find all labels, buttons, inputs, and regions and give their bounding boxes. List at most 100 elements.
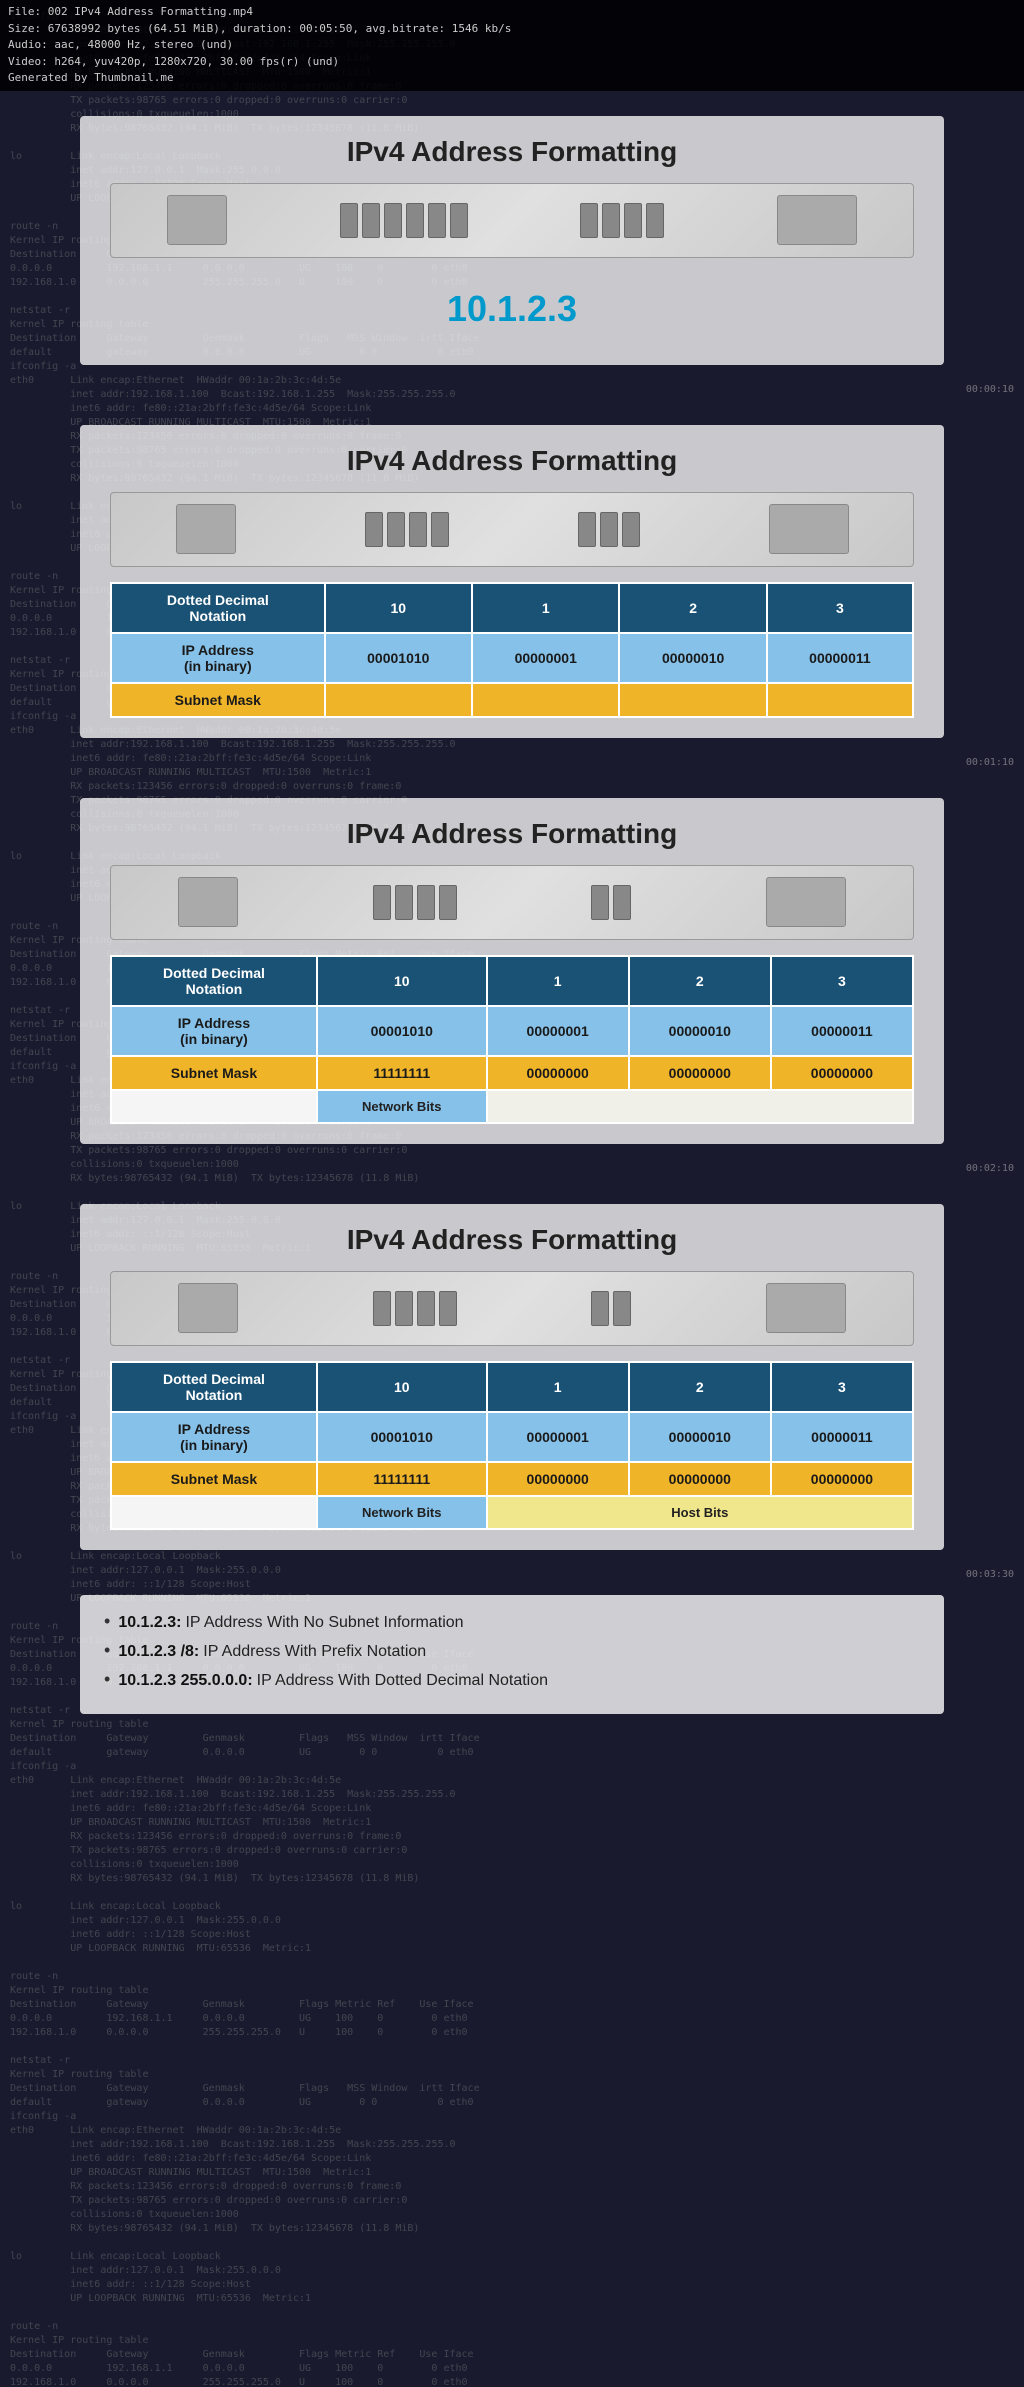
table-2-ip-label: IP Address(in binary) bbox=[111, 633, 325, 683]
section-4: IPv4 Address Formatting Dot bbox=[0, 1179, 1024, 1585]
table-4-ip-val-3: 00000011 bbox=[771, 1412, 913, 1462]
table-2-ip-val-0: 00001010 bbox=[325, 633, 472, 683]
hw-port bbox=[373, 1291, 391, 1326]
hw-port bbox=[613, 885, 631, 920]
table-2: Dotted DecimalNotation 10 1 2 3 IP Addre… bbox=[110, 582, 914, 718]
hw-port bbox=[417, 885, 435, 920]
table-3-ip-val-1: 00000001 bbox=[487, 1006, 629, 1056]
hw-port bbox=[373, 885, 391, 920]
hw-mockup-3 bbox=[110, 865, 914, 940]
section-1-title: IPv4 Address Formatting bbox=[110, 136, 914, 168]
table-2-subnet-row: Subnet Mask bbox=[111, 683, 913, 717]
bullet-dot-2: • bbox=[104, 1640, 110, 1661]
table-3-subnet-row: Subnet Mask 11111111 00000000 00000000 0… bbox=[111, 1056, 913, 1090]
file-info-bar: File: 002 IPv4 Address Formatting.mp4 Si… bbox=[0, 0, 1024, 91]
bullet-1-rest: IP Address With No Subnet Information bbox=[185, 1614, 463, 1632]
section-2: IPv4 Address Formatting bbox=[0, 400, 1024, 773]
bullet-item-3: • 10.1.2.3 255.0.0.0: IP Address With Do… bbox=[104, 1669, 920, 1690]
table-2-header-1: 1 bbox=[472, 583, 619, 633]
section-1-bg: IPv4 Address Formatting bbox=[80, 116, 944, 365]
table-4-subnet-row: Subnet Mask 11111111 00000000 00000000 0… bbox=[111, 1462, 913, 1496]
hw-mockup-1 bbox=[110, 183, 914, 258]
bullet-3-bold: 10.1.2.3 255.0.0.0: bbox=[118, 1672, 252, 1690]
hw-port bbox=[409, 512, 427, 547]
table-4-ip-row: IP Address(in binary) 00001010 00000001 … bbox=[111, 1412, 913, 1462]
section-4-wrapper: IPv4 Address Formatting Dot bbox=[0, 1179, 1024, 1585]
table-4-subnet-val-3: 00000000 bbox=[771, 1462, 913, 1496]
table-3-ip-val-0: 00001010 bbox=[317, 1006, 487, 1056]
file-info-line4: Video: h264, yuv420p, 1280x720, 30.00 fp… bbox=[8, 54, 1016, 71]
table-3-empty-label bbox=[111, 1090, 317, 1123]
table-3-network-bits-label: Network Bits bbox=[317, 1090, 487, 1123]
file-info-line3: Audio: aac, 48000 Hz, stereo (und) bbox=[8, 37, 1016, 54]
hw-port bbox=[580, 203, 598, 238]
file-info-line1: File: 002 IPv4 Address Formatting.mp4 bbox=[8, 4, 1016, 21]
table-4-subnet-val-2: 00000000 bbox=[629, 1462, 771, 1496]
section-2-title: IPv4 Address Formatting bbox=[110, 445, 914, 477]
bullet-item-1: • 10.1.2.3: IP Address With No Subnet In… bbox=[104, 1611, 920, 1632]
hw-port bbox=[578, 512, 596, 547]
table-4-subnet-label: Subnet Mask bbox=[111, 1462, 317, 1496]
table-4-ip-label: IP Address(in binary) bbox=[111, 1412, 317, 1462]
hw-port bbox=[450, 203, 468, 238]
hw-port bbox=[591, 1291, 609, 1326]
timestamp-3: 00:02:10 bbox=[966, 1163, 1014, 1174]
table-4-labels-row: Network Bits Host Bits bbox=[111, 1496, 913, 1529]
section-1-wrapper: IPv4 Address Formatting bbox=[0, 91, 1024, 400]
hw-slot-3b bbox=[766, 877, 846, 927]
section-4-bg: IPv4 Address Formatting Dot bbox=[80, 1204, 944, 1550]
table-2-subnet-label: Subnet Mask bbox=[111, 683, 325, 717]
table-3-empty-span bbox=[487, 1090, 913, 1123]
section-3-title: IPv4 Address Formatting bbox=[110, 818, 914, 850]
hw-slot-2 bbox=[176, 504, 236, 554]
table-4-header-row: Dotted DecimalNotation 10 1 2 3 bbox=[111, 1362, 913, 1412]
table-3-subnet-label: Subnet Mask bbox=[111, 1056, 317, 1090]
file-info-line2: Size: 67638992 bytes (64.51 MiB), durati… bbox=[8, 21, 1016, 38]
section-2-bg: IPv4 Address Formatting bbox=[80, 425, 944, 738]
table-3-header-row: Dotted DecimalNotation 10 1 2 3 bbox=[111, 956, 913, 1006]
hw-slot bbox=[167, 195, 227, 245]
bullet-2-rest: IP Address With Prefix Notation bbox=[203, 1643, 426, 1661]
hw-port bbox=[602, 203, 620, 238]
table-4-empty-label bbox=[111, 1496, 317, 1529]
hw-port bbox=[624, 203, 642, 238]
table-4-network-bits-label: Network Bits bbox=[317, 1496, 487, 1529]
bullet-item-2: • 10.1.2.3 /8: IP Address With Prefix No… bbox=[104, 1640, 920, 1661]
timestamp-4: 00:03:30 bbox=[966, 1569, 1014, 1580]
table-3: Dotted DecimalNotation 10 1 2 3 IP Addre… bbox=[110, 955, 914, 1124]
hw-port bbox=[384, 203, 402, 238]
hw-port bbox=[395, 1291, 413, 1326]
table-3-ip-row: IP Address(in binary) 00001010 00000001 … bbox=[111, 1006, 913, 1056]
section-3-bg: IPv4 Address Formatting Dot bbox=[80, 798, 944, 1144]
hw-port bbox=[613, 1291, 631, 1326]
hw-port bbox=[431, 512, 449, 547]
section-4-title: IPv4 Address Formatting bbox=[110, 1224, 914, 1256]
hw-port bbox=[387, 512, 405, 547]
table-4-header-3: 3 bbox=[771, 1362, 913, 1412]
section-3-wrapper: IPv4 Address Formatting Dot bbox=[0, 773, 1024, 1179]
table-3-header-2: 2 bbox=[629, 956, 771, 1006]
hw-port bbox=[591, 885, 609, 920]
table-2-header-row: Dotted DecimalNotation 10 1 2 3 bbox=[111, 583, 913, 633]
timestamp-2: 00:01:10 bbox=[966, 757, 1014, 768]
table-3-subnet-val-1: 00000000 bbox=[487, 1056, 629, 1090]
hw-slot-4 bbox=[178, 1283, 238, 1333]
hw-slot bbox=[777, 195, 857, 245]
hw-port bbox=[340, 203, 358, 238]
table-3-ip-val-2: 00000010 bbox=[629, 1006, 771, 1056]
bullet-dot-3: • bbox=[104, 1669, 110, 1690]
table-3-subnet-val-2: 00000000 bbox=[629, 1056, 771, 1090]
table-2-subnet-val-3 bbox=[767, 683, 913, 717]
hw-port bbox=[395, 885, 413, 920]
table-4-header-label: Dotted DecimalNotation bbox=[111, 1362, 317, 1412]
hw-port bbox=[439, 885, 457, 920]
table-2-subnet-val-0 bbox=[325, 683, 472, 717]
hw-mockup-4 bbox=[110, 1271, 914, 1346]
hw-port bbox=[622, 512, 640, 547]
table-3-subnet-val-3: 00000000 bbox=[771, 1056, 913, 1090]
table-2-ip-val-2: 00000010 bbox=[619, 633, 766, 683]
table-2-header-2: 2 bbox=[619, 583, 766, 633]
table-4-host-bits-label: Host Bits bbox=[487, 1496, 913, 1529]
table-2-subnet-val-1 bbox=[472, 683, 619, 717]
table-4: Dotted DecimalNotation 10 1 2 3 IP Addre… bbox=[110, 1361, 914, 1530]
